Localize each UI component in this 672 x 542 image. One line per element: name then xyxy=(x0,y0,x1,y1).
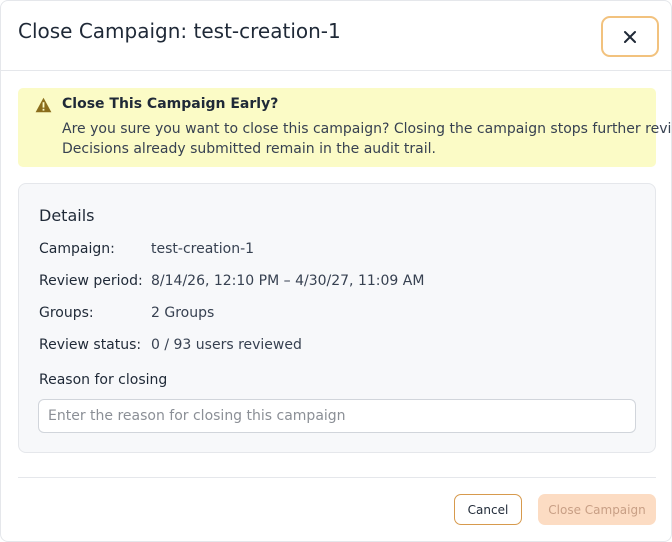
warning-triangle-icon xyxy=(35,97,52,113)
reason-input[interactable] xyxy=(38,399,636,433)
warning-line-1: Are you sure you want to close this camp… xyxy=(62,121,672,137)
detail-value: 2 Groups xyxy=(151,305,215,321)
detail-label: Groups: xyxy=(39,305,94,321)
detail-value: test-creation-1 xyxy=(151,241,255,257)
detail-label: Review status: xyxy=(39,337,142,353)
warning-title: Close This Campaign Early? xyxy=(62,96,279,112)
details-heading: Details xyxy=(39,206,95,225)
close-dialog-button[interactable] xyxy=(601,16,659,57)
dialog-title: Close Campaign: test-creation-1 xyxy=(18,19,341,43)
detail-label: Campaign: xyxy=(39,241,115,257)
footer-divider xyxy=(18,477,656,478)
detail-label: Review period: xyxy=(39,273,143,289)
close-campaign-button[interactable]: Close Campaign xyxy=(538,494,656,525)
details-panel: Details Campaign: test-creation-1 Review… xyxy=(18,183,656,453)
detail-value: 8/14/26, 12:10 PM – 4/30/27, 11:09 AM xyxy=(151,273,425,289)
cancel-button[interactable]: Cancel xyxy=(454,494,522,525)
warning-banner: Close This Campaign Early? Are you sure … xyxy=(18,88,672,167)
warning-message: Are you sure you want to close this camp… xyxy=(62,119,672,159)
close-icon xyxy=(624,30,636,43)
reason-label: Reason for closing xyxy=(39,372,168,388)
dialog-header: Close Campaign: test-creation-1 xyxy=(1,1,671,71)
close-campaign-dialog: Close Campaign: test-creation-1 Close Th… xyxy=(0,0,672,542)
warning-line-2: Decisions already submitted remain in th… xyxy=(62,141,436,157)
detail-value: 0 / 93 users reviewed xyxy=(151,337,302,353)
